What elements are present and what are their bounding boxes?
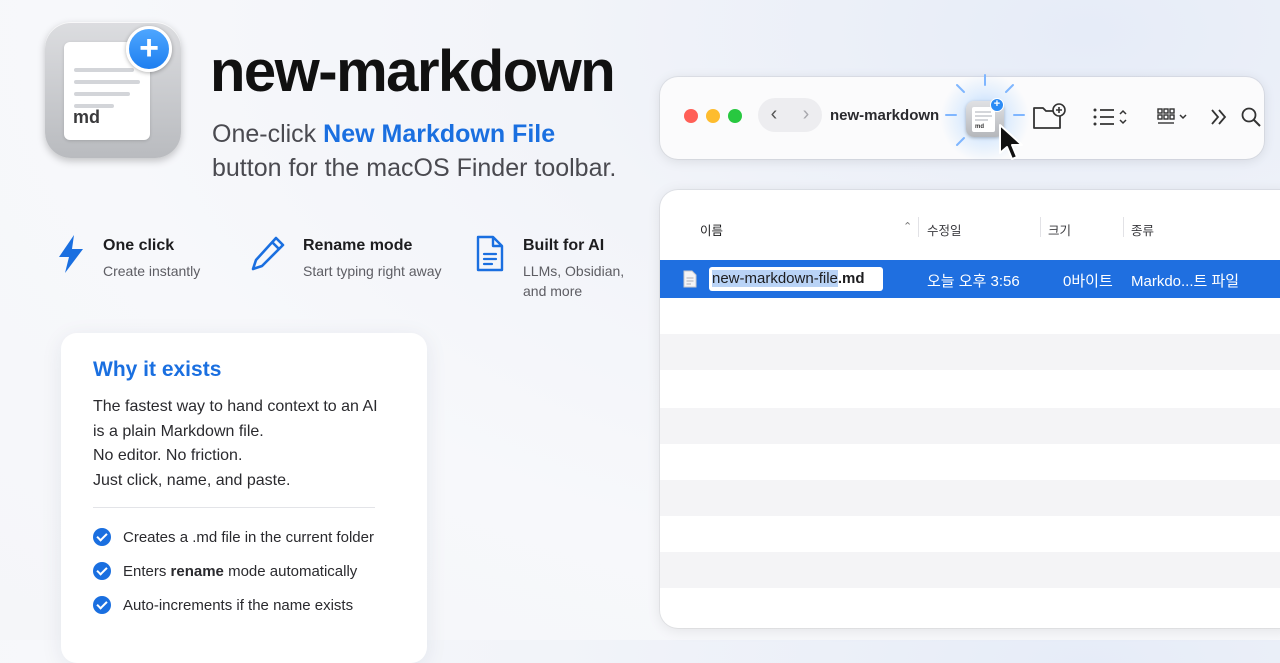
finder-file-list: 이름 ⌃ 수정일 크기 종류 new-markdown-file.md 오늘 오… (660, 190, 1280, 628)
zoom-window-button[interactable] (728, 109, 742, 123)
feature-desc: LLMs, Obsidian, and more (523, 263, 625, 299)
pencil-icon (251, 236, 285, 271)
finder-toolbar: ‹ › new-markdown md + (660, 73, 1264, 163)
cell-modified: 오늘 오후 3:56 (927, 273, 1020, 290)
checkmark-icon (93, 528, 111, 546)
feature-desc: Start typing right away (303, 263, 442, 279)
filename-stem: new-markdown-file (712, 270, 838, 287)
search-icon[interactable] (1240, 106, 1262, 128)
column-header-kind[interactable]: 종류 (1131, 220, 1154, 239)
forward-button[interactable]: › (790, 98, 822, 132)
feature-name: Built for AI (523, 237, 605, 254)
feature-name: Rename mode (303, 237, 413, 254)
column-header-modified[interactable]: 수정일 (927, 220, 962, 239)
list-row (660, 408, 1280, 444)
checkmark-icon (93, 596, 111, 614)
why-title: Why it exists (93, 358, 222, 381)
check-item: Creates a .md file in the current folder (93, 528, 374, 546)
group-by-icon[interactable] (1156, 107, 1190, 127)
plus-icon: + (126, 26, 172, 72)
minimize-window-button[interactable] (706, 109, 720, 123)
mouse-cursor-icon (999, 124, 1023, 160)
nav-buttons: ‹ › (758, 98, 822, 132)
mini-icon-label: md (975, 124, 984, 130)
subtitle-line2: button for the macOS Finder toolbar. (212, 154, 617, 182)
list-row (660, 552, 1280, 588)
feature-desc: Create instantly (103, 263, 201, 279)
more-chevrons-icon[interactable] (1208, 107, 1230, 127)
folder-title: new-markdown (830, 107, 940, 124)
page-title: new-markdown (210, 39, 616, 104)
document-icon (476, 235, 504, 272)
why-card: Why it exists The fastest way to hand co… (61, 333, 427, 663)
list-view-icon[interactable] (1092, 106, 1132, 128)
subtitle-prefix: One-click (212, 120, 324, 148)
file-icon (683, 270, 697, 288)
filename-ext: .md (837, 270, 865, 287)
sort-chevron-icon: ⌃ (903, 221, 913, 233)
list-row (660, 334, 1280, 370)
close-window-button[interactable] (684, 109, 698, 123)
lightning-icon (59, 235, 83, 273)
why-body: The fastest way to hand context to an AI… (93, 398, 378, 489)
subtitle: One-click New Markdown File button for t… (212, 117, 616, 185)
checkmark-icon (93, 562, 111, 580)
check-item: Auto-increments if the name exists (93, 596, 353, 614)
list-row (660, 480, 1280, 516)
app-icon-label: md (73, 107, 100, 127)
feature-name: One click (103, 237, 175, 254)
divider (93, 507, 375, 508)
back-button[interactable]: ‹ (758, 98, 790, 132)
check-item: Enters rename mode automatically (93, 562, 357, 580)
subtitle-highlight: New Markdown File (323, 120, 556, 148)
column-header-size[interactable]: 크기 (1048, 220, 1071, 239)
cell-kind: Markdo...트 파일 (1131, 273, 1240, 290)
cell-size: 0바이트 (1063, 273, 1113, 290)
new-folder-icon[interactable] (1032, 103, 1066, 131)
column-header-name[interactable]: 이름 (700, 220, 723, 239)
app-icon: md + (45, 22, 181, 158)
file-row-selected[interactable]: new-markdown-file.md 오늘 오후 3:56 0바이트 Mar… (660, 260, 1280, 298)
plus-icon: + (990, 98, 1004, 112)
rename-field[interactable]: new-markdown-file.md (709, 267, 883, 291)
